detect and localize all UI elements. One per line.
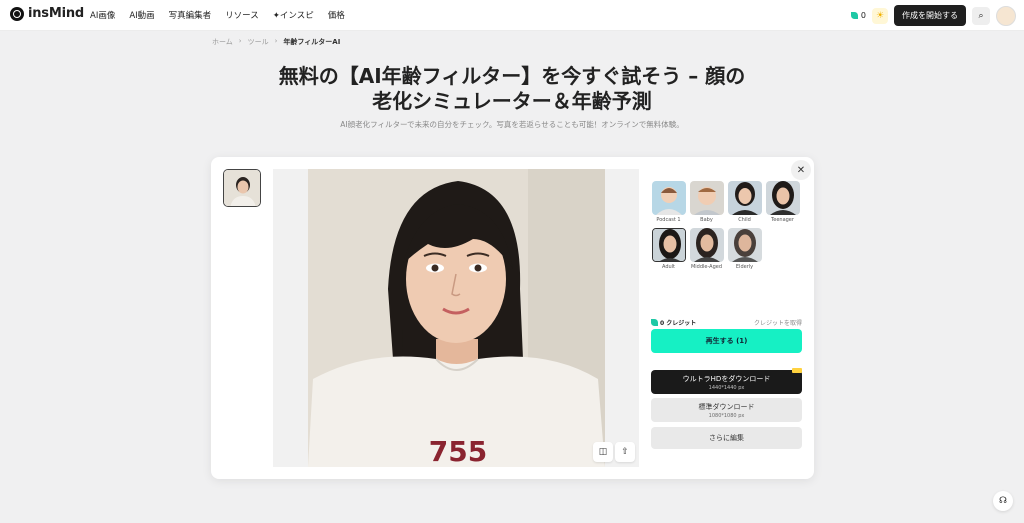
editor-modal: 755 ◫ ⇧ ✕ Podcast 1 Baby Child Teenager … <box>211 157 814 479</box>
age-option-teenager[interactable]: Teenager <box>765 181 800 223</box>
page-subtitle: AI顔老化フィルターで未来の自分をチェック。写真を若返らせることも可能！オンライ… <box>340 120 684 129</box>
download-standard-button[interactable]: 標準ダウンロード 1080*1080 px <box>651 398 802 422</box>
age-option-baby[interactable]: Baby <box>689 181 724 223</box>
image-preview: 755 ◫ ⇧ <box>273 169 639 467</box>
download-standard-size: 1080*1080 px <box>708 412 745 419</box>
breadcrumb-separator-icon: › <box>274 37 278 45</box>
nav-link-inspiration[interactable]: ✦インスピ <box>273 9 314 21</box>
edit-more-button[interactable]: さらに編集 <box>651 427 802 449</box>
age-thumb-podcast <box>651 181 686 215</box>
credit-icon <box>651 319 658 326</box>
thumbnail-portrait <box>224 170 260 206</box>
page-title-line-2: 老化シミュレーター＆年齢予測 <box>372 89 652 113</box>
get-credits-link[interactable]: クレジットを取得 <box>754 318 802 327</box>
breadcrumb-home[interactable]: ホーム <box>212 37 233 47</box>
nav-link-resources[interactable]: リソース <box>225 9 259 21</box>
breadcrumb: ホーム › ツール › 年齢フィルターAI <box>212 37 340 47</box>
start-create-button[interactable]: 作成を開始する <box>894 5 966 26</box>
age-label: Adult <box>661 264 676 270</box>
age-label: Podcast 1 <box>656 217 681 223</box>
daily-bonus-icon[interactable]: ☀ <box>872 7 888 24</box>
portrait-photo: 755 <box>308 169 605 467</box>
age-thumb-elderly <box>727 228 762 262</box>
age-thumb-middle-aged <box>689 228 724 262</box>
age-option-adult[interactable]: Adult <box>651 228 686 270</box>
breadcrumb-separator-icon: › <box>238 37 242 45</box>
top-nav: insMind AI画像 AI動画 写真編集者 リソース ✦インスピ 価格 0 … <box>0 0 1024 31</box>
shirt-print-text: 755 <box>429 435 487 467</box>
age-thumb-child <box>727 181 762 215</box>
nav-link-photo-editor[interactable]: 写真編集者 <box>169 9 212 21</box>
age-label: Child <box>738 217 751 223</box>
age-thumb-teenager <box>765 181 800 215</box>
edit-more-label: さらに編集 <box>709 434 744 442</box>
generate-button[interactable]: 再生する (1) <box>651 329 802 353</box>
credit-balance: 0 クレジット <box>651 318 696 327</box>
logo-icon <box>10 6 24 21</box>
page-title: 無料の【AI年齢フィルター】を今すぐ試そう – 顔の 老化シミュレーター＆年齢予… <box>0 64 1024 114</box>
support-headset-icon[interactable]: ☊ <box>993 491 1013 511</box>
age-option-podcast[interactable]: Podcast 1 <box>651 181 686 223</box>
nav-links: AI画像 AI動画 写真編集者 リソース ✦インスピ 価格 <box>90 9 345 21</box>
compare-icon[interactable]: ◫ <box>593 442 613 462</box>
breadcrumb-current: 年齢フィルターAI <box>283 38 341 46</box>
credit-row: 0 クレジット クレジットを取得 <box>651 318 802 327</box>
nav-link-ai-image[interactable]: AI画像 <box>90 9 115 21</box>
age-option-elderly[interactable]: Elderly <box>727 228 762 270</box>
nav-link-inspiration-label: インスピ <box>279 11 314 21</box>
download-hd-button[interactable]: ウルトラHDをダウンロード 1440*1440 px <box>651 368 802 394</box>
brand-logo[interactable]: insMind <box>10 6 84 21</box>
age-thumb-baby <box>689 181 724 215</box>
search-icon[interactable]: ⌕ <box>972 6 990 25</box>
age-label: Middle-Aged <box>690 264 723 270</box>
age-options: Podcast 1 Baby Child Teenager Adult Midd… <box>651 181 807 270</box>
nav-link-ai-video[interactable]: AI動画 <box>129 9 154 21</box>
close-icon[interactable]: ✕ <box>791 160 811 180</box>
download-standard-label: 標準ダウンロード <box>698 402 755 411</box>
nav-right: 0 ☀ 作成を開始する ⌕ <box>850 5 1016 26</box>
page-title-line-1: 無料の【AI年齢フィルター】を今すぐ試そう – 顔の <box>278 64 746 88</box>
age-thumb-adult <box>651 228 686 262</box>
upload-icon[interactable]: ⇧ <box>615 442 635 462</box>
credit-icon <box>850 12 858 19</box>
age-option-child[interactable]: Child <box>727 181 762 223</box>
age-option-middle-aged[interactable]: Middle-Aged <box>689 228 724 270</box>
download-hd-label: ウルトラHDをダウンロード <box>682 374 771 383</box>
brand-name: insMind <box>28 6 85 21</box>
credit-counter[interactable]: 0 <box>850 11 866 20</box>
credit-count: 0 <box>860 11 866 20</box>
age-label: Baby <box>700 217 713 223</box>
age-label: Teenager <box>771 217 794 223</box>
breadcrumb-tools[interactable]: ツール <box>248 37 269 47</box>
download-hd-size: 1440*1440 px <box>708 384 745 391</box>
pro-badge-icon <box>792 368 802 373</box>
uploaded-image-thumbnail[interactable] <box>223 169 261 207</box>
user-avatar[interactable] <box>996 5 1016 26</box>
nav-link-pricing[interactable]: 価格 <box>328 9 345 21</box>
age-label: Elderly <box>735 264 754 270</box>
credit-balance-label: 0 クレジット <box>660 320 697 327</box>
